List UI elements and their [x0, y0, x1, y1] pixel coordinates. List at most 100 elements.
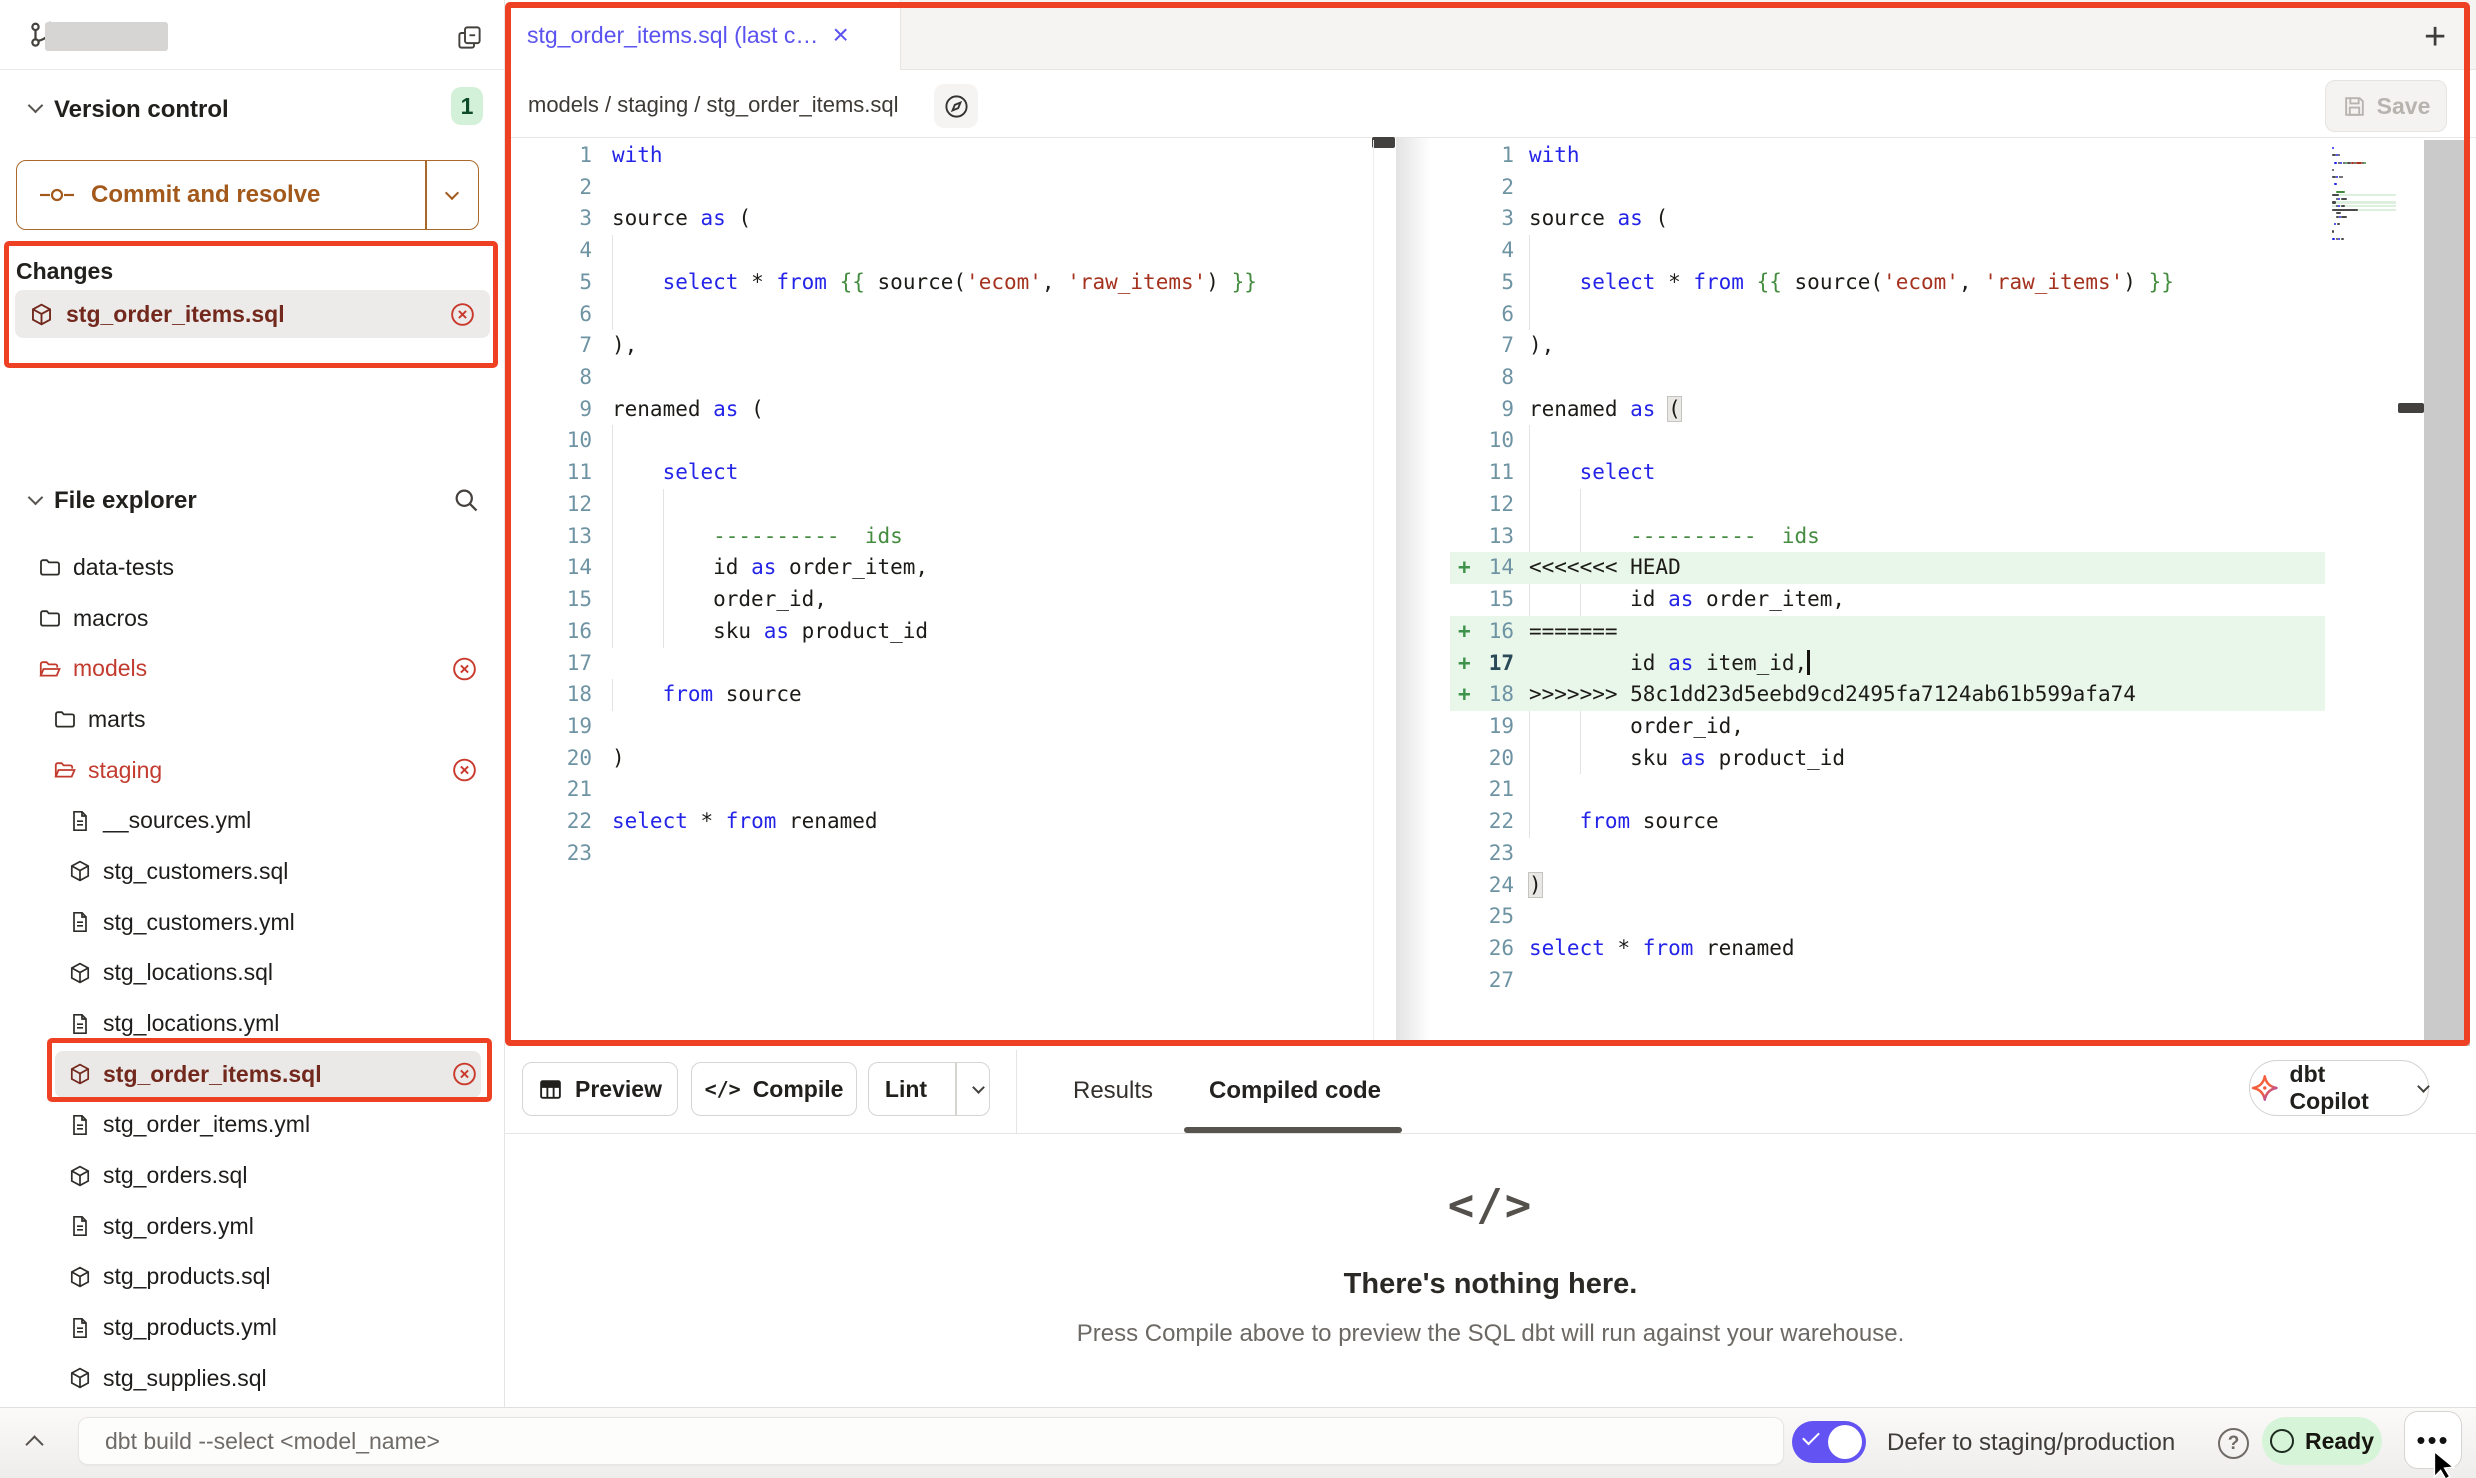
- file-item-stg-customers-sql[interactable]: stg_customers.sql: [0, 846, 504, 897]
- lineage-compass-button[interactable]: [934, 84, 978, 128]
- line-number: 3: [1478, 203, 1514, 235]
- line-number: 20: [505, 743, 592, 775]
- code-token: with: [612, 143, 663, 167]
- file-item--sources-yml[interactable]: __sources.yml: [0, 795, 504, 846]
- code-token: order_item,: [776, 555, 928, 579]
- line-number: 27: [1478, 965, 1514, 997]
- breadcrumb: models / staging / stg_order_items.sql: [528, 92, 899, 118]
- file-item-staging[interactable]: staging: [0, 745, 504, 796]
- code-pane-last-commit[interactable]: 1with23source as (45select * from {{ sou…: [505, 140, 1372, 870]
- code-line: 4: [505, 235, 1372, 267]
- file-item-label: marts: [88, 706, 146, 733]
- file-item-macros[interactable]: macros: [0, 593, 504, 644]
- code-line: 17: [505, 648, 1372, 680]
- commit-and-resolve-button[interactable]: Commit and resolve: [16, 160, 479, 230]
- file-item-stg-customers-yml[interactable]: stg_customers.yml: [0, 897, 504, 948]
- discard-change-icon[interactable]: [451, 655, 478, 682]
- chevron-down-icon[interactable]: [28, 490, 44, 506]
- minimap-line: [2332, 191, 2396, 193]
- line-number: 5: [505, 267, 592, 299]
- file-item-stg-order-items-yml[interactable]: stg_order_items.yml: [0, 1100, 504, 1151]
- discard-change-icon[interactable]: [451, 1061, 478, 1088]
- file-item-label: stg_order_items.yml: [103, 1111, 310, 1138]
- code-token: id: [1630, 587, 1668, 611]
- file-item-marts[interactable]: marts: [0, 694, 504, 745]
- new-tab-button[interactable]: +: [2424, 16, 2446, 59]
- code-token: (: [726, 206, 751, 230]
- line-number: 1: [1478, 140, 1514, 172]
- bracket-match: (: [1668, 397, 1681, 421]
- model-cube-icon: [68, 1265, 92, 1289]
- minimap-line: [2332, 220, 2396, 222]
- code-token: select: [663, 460, 739, 484]
- minimap-line: [2332, 209, 2396, 211]
- dbt-copilot-button[interactable]: dbt Copilot: [2249, 1060, 2429, 1116]
- copy-icon[interactable]: [456, 24, 483, 51]
- help-icon[interactable]: ?: [2218, 1428, 2249, 1459]
- line-number: 26: [1478, 933, 1514, 965]
- minimap-line: [2332, 158, 2396, 160]
- code-icon: </>: [705, 1077, 741, 1101]
- search-icon[interactable]: [452, 486, 480, 514]
- left-pane-scrollbar[interactable]: [1372, 137, 1395, 148]
- file-item-label: staging: [88, 757, 162, 784]
- file-item-stg-supplies-sql[interactable]: stg_supplies.sql: [0, 1353, 504, 1404]
- line-number: 10: [1478, 425, 1514, 457]
- editor-minimap[interactable]: [2332, 147, 2396, 267]
- tab-results[interactable]: Results: [1073, 1048, 1153, 1134]
- changed-file-row[interactable]: stg_order_items.sql: [15, 290, 490, 338]
- file-item-stg-locations-yml[interactable]: stg_locations.yml: [0, 998, 504, 1049]
- line-number: 16: [1478, 616, 1514, 648]
- code-token: sku: [713, 619, 764, 643]
- code-line: 22from source: [1450, 806, 2325, 838]
- line-number: 22: [505, 806, 592, 838]
- line-number: 20: [1478, 743, 1514, 775]
- code-line: 19order_id,: [1450, 711, 2325, 743]
- code-token: ): [1206, 270, 1231, 294]
- right-scrollbar-thumb[interactable]: [2398, 403, 2424, 413]
- minimap-line: [2332, 212, 2396, 214]
- code-line: 18from source: [505, 679, 1372, 711]
- file-item-stg-locations-sql[interactable]: stg_locations.sql: [0, 948, 504, 999]
- minimap-line: [2332, 238, 2396, 240]
- code-token: *: [1655, 270, 1693, 294]
- discard-change-icon[interactable]: [449, 301, 476, 328]
- diff-gutter: [1450, 870, 1478, 902]
- discard-change-icon[interactable]: [451, 757, 478, 784]
- indent-guide: [663, 584, 714, 616]
- file-item-stg-orders-sql[interactable]: stg_orders.sql: [0, 1150, 504, 1201]
- file-item-stg-order-items-sql[interactable]: stg_order_items.sql: [0, 1049, 504, 1100]
- chevron-down-icon[interactable]: [28, 98, 44, 114]
- file-item-models[interactable]: models: [0, 643, 504, 694]
- diff-gutter: [1450, 774, 1478, 806]
- tab-compiled-code[interactable]: Compiled code: [1209, 1048, 1381, 1134]
- model-cube-icon: [68, 1164, 92, 1188]
- file-item-stg-orders-yml[interactable]: stg_orders.yml: [0, 1201, 504, 1252]
- code-line: 26select * from renamed: [1450, 933, 2325, 965]
- tab-stg-order-items[interactable]: stg_order_items.sql (last c… ×: [505, 0, 901, 70]
- file-item-data-tests[interactable]: data-tests: [0, 542, 504, 593]
- code-text: order_id,: [1529, 711, 1744, 743]
- commit-dropdown-button[interactable]: [427, 161, 479, 229]
- lint-button[interactable]: Lint: [868, 1062, 990, 1116]
- file-item-stg-products-sql[interactable]: stg_products.sql: [0, 1252, 504, 1303]
- close-tab-icon[interactable]: ×: [832, 21, 848, 49]
- compile-button[interactable]: </> Compile: [691, 1062, 857, 1116]
- line-number: 4: [1478, 235, 1514, 267]
- model-cube-icon: [68, 859, 92, 883]
- file-item-stg-products-yml[interactable]: stg_products.yml: [0, 1302, 504, 1353]
- right-scrollbar-track[interactable]: [2424, 140, 2470, 1046]
- indent-guide: [1529, 521, 1580, 553]
- code-text: [612, 299, 663, 331]
- defer-toggle[interactable]: [1792, 1421, 1866, 1463]
- code-token: ---------- ids: [713, 524, 903, 548]
- minimap-line: [2332, 230, 2396, 232]
- chevron-down-icon: [445, 186, 459, 200]
- file-item-label: macros: [73, 605, 148, 632]
- save-button[interactable]: Save: [2325, 80, 2447, 132]
- lint-dropdown-button[interactable]: [969, 1063, 990, 1115]
- command-input[interactable]: [78, 1417, 1784, 1465]
- code-pane-current[interactable]: 1with23source as (45select * from {{ sou…: [1450, 140, 2325, 996]
- preview-button[interactable]: Preview: [522, 1062, 678, 1116]
- code-token: (: [738, 397, 763, 421]
